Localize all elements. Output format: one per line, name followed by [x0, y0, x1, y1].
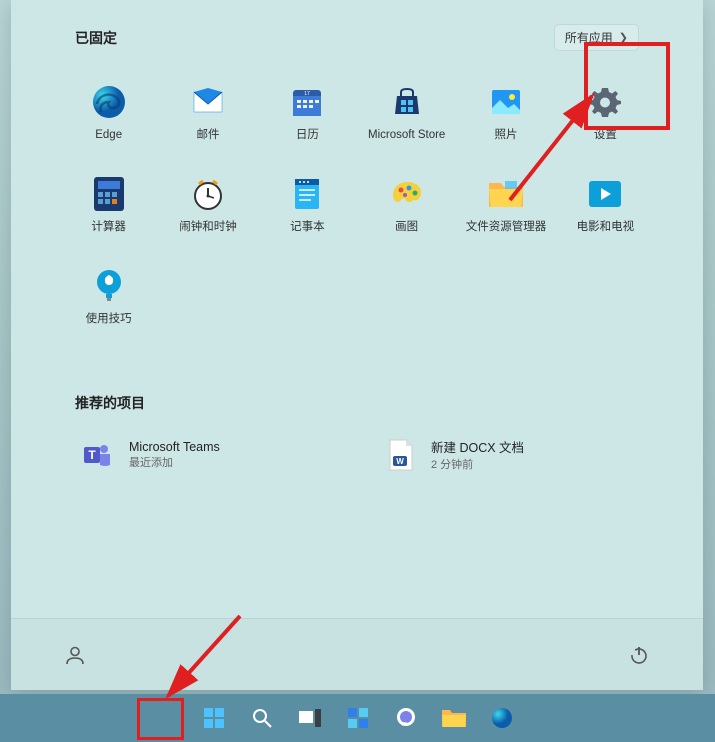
mail-icon — [189, 83, 227, 121]
app-notepad[interactable]: 记事本 — [258, 161, 357, 251]
app-edge[interactable]: Edge — [59, 69, 158, 159]
app-explorer[interactable]: 文件资源管理器 — [456, 161, 555, 251]
docx-icon: W — [383, 438, 417, 472]
app-tips[interactable]: 使用技巧 — [59, 253, 158, 343]
pinned-title: 已固定 — [75, 28, 117, 48]
app-label: 电影和电视 — [577, 221, 635, 235]
app-label: 照片 — [494, 129, 517, 143]
app-label: 文件资源管理器 — [466, 221, 547, 235]
app-photos[interactable]: 照片 — [456, 69, 555, 159]
store-icon — [388, 83, 426, 121]
app-label: 画图 — [395, 221, 418, 235]
chat-icon — [394, 706, 418, 730]
taskbar-start-button[interactable] — [194, 698, 234, 738]
rec-sub: 最近添加 — [129, 454, 220, 470]
app-label: 记事本 — [290, 221, 325, 235]
app-paint[interactable]: 画图 — [357, 161, 456, 251]
windows-icon — [202, 706, 226, 730]
svg-text:T: T — [88, 448, 96, 462]
rec-text: Microsoft Teams 最近添加 — [129, 440, 220, 470]
taskbar-edge-button[interactable] — [482, 698, 522, 738]
app-movies[interactable]: 电影和电视 — [556, 161, 655, 251]
edge-icon — [490, 706, 514, 730]
app-mail[interactable]: 邮件 — [158, 69, 257, 159]
svg-text:17: 17 — [305, 91, 311, 97]
edge-icon — [90, 83, 128, 121]
all-apps-label: 所有应用 — [565, 29, 613, 46]
movies-icon — [586, 175, 624, 213]
settings-icon — [586, 83, 624, 121]
taskbar — [0, 694, 715, 742]
folder-icon — [487, 175, 525, 213]
svg-text:W: W — [396, 457, 404, 466]
clock-icon — [189, 175, 227, 213]
app-label: 使用技巧 — [86, 313, 132, 327]
start-footer — [11, 618, 703, 690]
app-label: Microsoft Store — [368, 129, 445, 143]
rec-text: 新建 DOCX 文档 2 分钟前 — [431, 437, 524, 472]
widgets-icon — [346, 706, 370, 730]
app-label: Edge — [95, 129, 122, 143]
power-button[interactable] — [619, 635, 659, 675]
app-store[interactable]: Microsoft Store — [357, 69, 456, 159]
paint-icon — [388, 175, 426, 213]
recommended-title: 推荐的项目 — [75, 393, 639, 413]
rec-sub: 2 分钟前 — [431, 456, 524, 472]
pinned-grid: Edge 邮件 17 日历 Microsoft Store 照片 — [47, 69, 667, 343]
pinned-header: 已固定 所有应用 ❯ — [47, 24, 667, 51]
app-calculator[interactable]: 计算器 — [59, 161, 158, 251]
app-clock[interactable]: 闹钟和时钟 — [158, 161, 257, 251]
user-icon — [64, 644, 86, 666]
app-label: 计算器 — [91, 221, 126, 235]
calendar-icon: 17 — [288, 83, 326, 121]
search-icon — [251, 707, 273, 729]
app-label: 邮件 — [196, 129, 219, 143]
rec-item-teams[interactable]: T Microsoft Teams 最近添加 — [75, 431, 337, 478]
folder-icon — [441, 707, 467, 729]
taskbar-widgets-button[interactable] — [338, 698, 378, 738]
taskbar-taskview-button[interactable] — [290, 698, 330, 738]
recommended-section: 推荐的项目 T Microsoft Teams 最近添加 W 新建 DOCX 文… — [47, 393, 667, 478]
photos-icon — [487, 83, 525, 121]
recommended-grid: T Microsoft Teams 最近添加 W 新建 DOCX 文档 2 分钟… — [75, 431, 639, 478]
app-settings[interactable]: 设置 — [556, 69, 655, 159]
all-apps-button[interactable]: 所有应用 ❯ — [554, 24, 639, 51]
rec-item-docx[interactable]: W 新建 DOCX 文档 2 分钟前 — [377, 431, 639, 478]
teams-icon: T — [81, 438, 115, 472]
rec-title: 新建 DOCX 文档 — [431, 437, 524, 456]
chevron-right-icon: ❯ — [619, 31, 628, 44]
app-label: 设置 — [594, 129, 617, 143]
tips-icon — [90, 267, 128, 305]
taskview-icon — [298, 708, 322, 728]
app-label: 日历 — [296, 129, 319, 143]
calculator-icon — [90, 175, 128, 213]
taskbar-search-button[interactable] — [242, 698, 282, 738]
rec-title: Microsoft Teams — [129, 440, 220, 454]
power-icon — [629, 645, 649, 665]
taskbar-chat-button[interactable] — [386, 698, 426, 738]
start-menu: 已固定 所有应用 ❯ Edge 邮件 17 日历 — [11, 0, 703, 690]
user-account-button[interactable] — [55, 635, 95, 675]
app-calendar[interactable]: 17 日历 — [258, 69, 357, 159]
app-label: 闹钟和时钟 — [179, 221, 237, 235]
taskbar-explorer-button[interactable] — [434, 698, 474, 738]
notepad-icon — [288, 175, 326, 213]
